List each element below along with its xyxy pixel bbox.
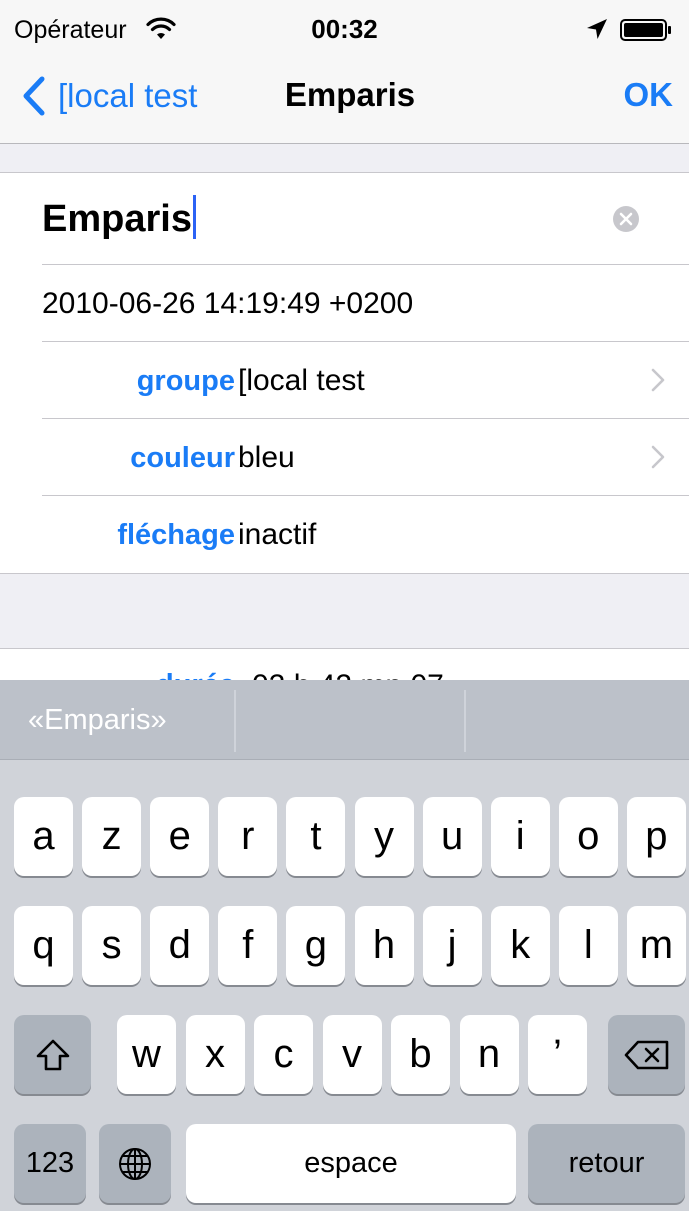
key-j[interactable]: j [422,906,482,985]
key-d[interactable]: d [150,906,210,985]
group-label: groupe [136,365,235,397]
arrows-value: inactif [238,518,317,551]
key-b[interactable]: b [391,1015,450,1094]
key-n[interactable]: n [459,1015,519,1094]
nav-title: Emparis [284,76,416,113]
key-f[interactable]: f [218,906,278,985]
ok-button[interactable]: OK [624,76,674,114]
top-bar: Opérateur 00:32 [local test Emparis OK [0,0,689,144]
key-w[interactable]: w [117,1015,176,1094]
key-m[interactable]: m [626,906,686,985]
delete-key[interactable] [608,1015,685,1094]
clear-text-icon[interactable] [612,205,640,233]
numbers-key[interactable]: 123 [14,1124,86,1203]
chevron-right-icon [651,368,665,392]
group-row[interactable]: groupe [local test [0,342,689,419]
back-label: [local test [58,77,198,114]
globe-key[interactable] [99,1124,171,1203]
color-label: couleur [130,442,235,474]
arrows-row[interactable]: fléchage inactif [0,496,689,573]
key-o[interactable]: o [558,797,618,876]
space-key[interactable]: espace [186,1124,516,1203]
delete-icon [624,1040,668,1069]
key-h[interactable]: h [354,906,414,985]
key-e[interactable]: e [150,797,210,876]
key-r[interactable]: r [218,797,278,876]
key-a[interactable]: a [14,797,73,876]
name-field[interactable]: Emparis [0,173,689,265]
color-value: bleu [238,441,295,474]
date-value: 2010-06-26 14:19:49 +0200 [42,287,414,320]
name-value: Emparis [42,198,192,240]
suggestion-3[interactable] [466,680,689,760]
back-button[interactable]: [local test [22,74,197,118]
key-apostrophe[interactable]: ’ [528,1015,587,1094]
suggestion-2[interactable] [236,680,464,760]
chevron-right-icon [651,445,665,469]
chevron-left-icon [23,76,45,116]
key-q[interactable]: q [14,906,73,985]
key-z[interactable]: z [82,797,142,876]
key-v[interactable]: v [322,1015,382,1094]
return-key[interactable]: retour [528,1124,685,1203]
key-l[interactable]: l [558,906,618,985]
detail-form: Emparis 2010-06-26 14:19:49 +0200 groupe… [0,172,689,574]
key-x[interactable]: x [185,1015,245,1094]
key-c[interactable]: c [254,1015,313,1094]
key-g[interactable]: g [286,906,346,985]
globe-icon [119,1147,151,1180]
suggestion-1[interactable]: «Emparis» [28,680,167,760]
status-bar: Opérateur 00:32 [0,0,689,60]
arrows-label: fléchage [117,519,235,551]
color-row[interactable]: couleur bleu [0,419,689,496]
group-value: [local test [238,364,365,397]
key-y[interactable]: y [354,797,414,876]
key-p[interactable]: p [626,797,686,876]
key-u[interactable]: u [422,797,482,876]
shift-icon [36,1039,69,1070]
battery-icon [620,19,671,41]
keyboard: «Emparis» azertyuiop qsdfghjklm w x c v b n’ … [0,680,689,1211]
location-arrow-icon [587,19,607,39]
key-k[interactable]: k [490,906,550,985]
key-s[interactable]: s [82,906,142,985]
key-t[interactable]: t [286,797,346,876]
date-row: 2010-06-26 14:19:49 +0200 [0,265,689,342]
suggestion-bar: «Emparis» [0,680,689,760]
key-i[interactable]: i [490,797,550,876]
shift-key[interactable] [14,1015,91,1094]
text-cursor [192,195,196,239]
